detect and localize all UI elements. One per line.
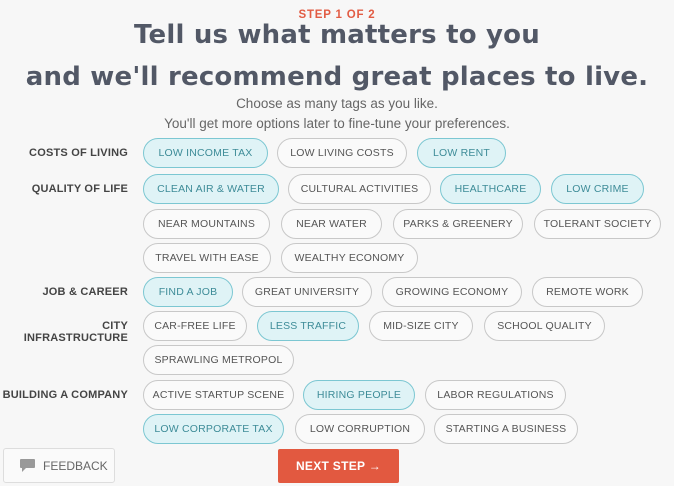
category-label-building-a-company: BUILDING A COMPANY bbox=[2, 389, 128, 401]
tag-low-corruption[interactable]: LOW CORRUPTION bbox=[295, 414, 425, 444]
tag-find-a-job[interactable]: FIND A JOB bbox=[143, 277, 233, 307]
tag-low-living-costs[interactable]: LOW LIVING COSTS bbox=[277, 138, 407, 168]
tag-labor-regulations[interactable]: LABOR REGULATIONS bbox=[425, 380, 566, 410]
tag-growing-economy[interactable]: GROWING ECONOMY bbox=[382, 277, 522, 307]
tag-travel-with-ease[interactable]: TRAVEL WITH EASE bbox=[143, 243, 271, 273]
tag-hiring-people[interactable]: HIRING PEOPLE bbox=[303, 380, 415, 410]
tag-low-income-tax[interactable]: LOW INCOME TAX bbox=[143, 138, 268, 168]
tag-healthcare[interactable]: HEALTHCARE bbox=[440, 174, 541, 204]
category-label-city-infrastructure: CITY INFRASTRUCTURE bbox=[23, 320, 128, 344]
category-label-job-career: JOB & CAREER bbox=[42, 286, 128, 298]
tag-sprawling-metropol[interactable]: SPRAWLING METROPOL bbox=[143, 345, 294, 375]
subtitle-line-1: Choose as many tags as you like. bbox=[236, 96, 438, 111]
next-step-button[interactable]: NEXT STEP → bbox=[278, 449, 399, 483]
tag-parks-greenery[interactable]: PARKS & GREENERY bbox=[393, 209, 523, 239]
tag-cultural-activities[interactable]: CULTURAL ACTIVITIES bbox=[288, 174, 431, 204]
tag-remote-work[interactable]: REMOTE WORK bbox=[532, 277, 643, 307]
speech-bubble-icon bbox=[19, 458, 43, 473]
tag-low-corporate-tax[interactable]: LOW CORPORATE TAX bbox=[143, 414, 284, 444]
subtitle-line-2: You'll get more options later to fine-tu… bbox=[164, 116, 510, 131]
tag-near-water[interactable]: NEAR WATER bbox=[281, 209, 382, 239]
tag-active-startup-scene[interactable]: ACTIVE STARTUP SCENE bbox=[143, 380, 294, 410]
tag-less-traffic[interactable]: LESS TRAFFIC bbox=[257, 311, 359, 341]
tag-starting-a-business[interactable]: STARTING A BUSINESS bbox=[434, 414, 578, 444]
tag-mid-size-city[interactable]: MID-SIZE CITY bbox=[369, 311, 473, 341]
tag-low-crime[interactable]: LOW CRIME bbox=[551, 174, 644, 204]
tag-near-mountains[interactable]: NEAR MOUNTAINS bbox=[143, 209, 270, 239]
tag-great-university[interactable]: GREAT UNIVERSITY bbox=[242, 277, 372, 307]
feedback-label: FEEDBACK bbox=[43, 458, 108, 473]
page-title-line-1: Tell us what matters to you bbox=[134, 20, 540, 50]
category-label-costs-of-living: COSTS OF LIVING bbox=[29, 147, 128, 159]
tag-low-rent[interactable]: LOW RENT bbox=[417, 138, 506, 168]
feedback-button[interactable]: FEEDBACK bbox=[3, 448, 115, 483]
tag-school-quality[interactable]: SCHOOL QUALITY bbox=[484, 311, 605, 341]
tag-tolerant-society[interactable]: TOLERANT SOCIETY bbox=[534, 209, 661, 239]
tag-wealthy-economy[interactable]: WEALTHY ECONOMY bbox=[281, 243, 418, 273]
tag-car-free-life[interactable]: CAR-FREE LIFE bbox=[143, 311, 247, 341]
category-label-quality-of-life: QUALITY OF LIFE bbox=[31, 183, 128, 195]
page-title-line-2: and we'll recommend great places to live… bbox=[25, 62, 649, 92]
tag-clean-air-water[interactable]: CLEAN AIR & WATER bbox=[143, 174, 279, 204]
